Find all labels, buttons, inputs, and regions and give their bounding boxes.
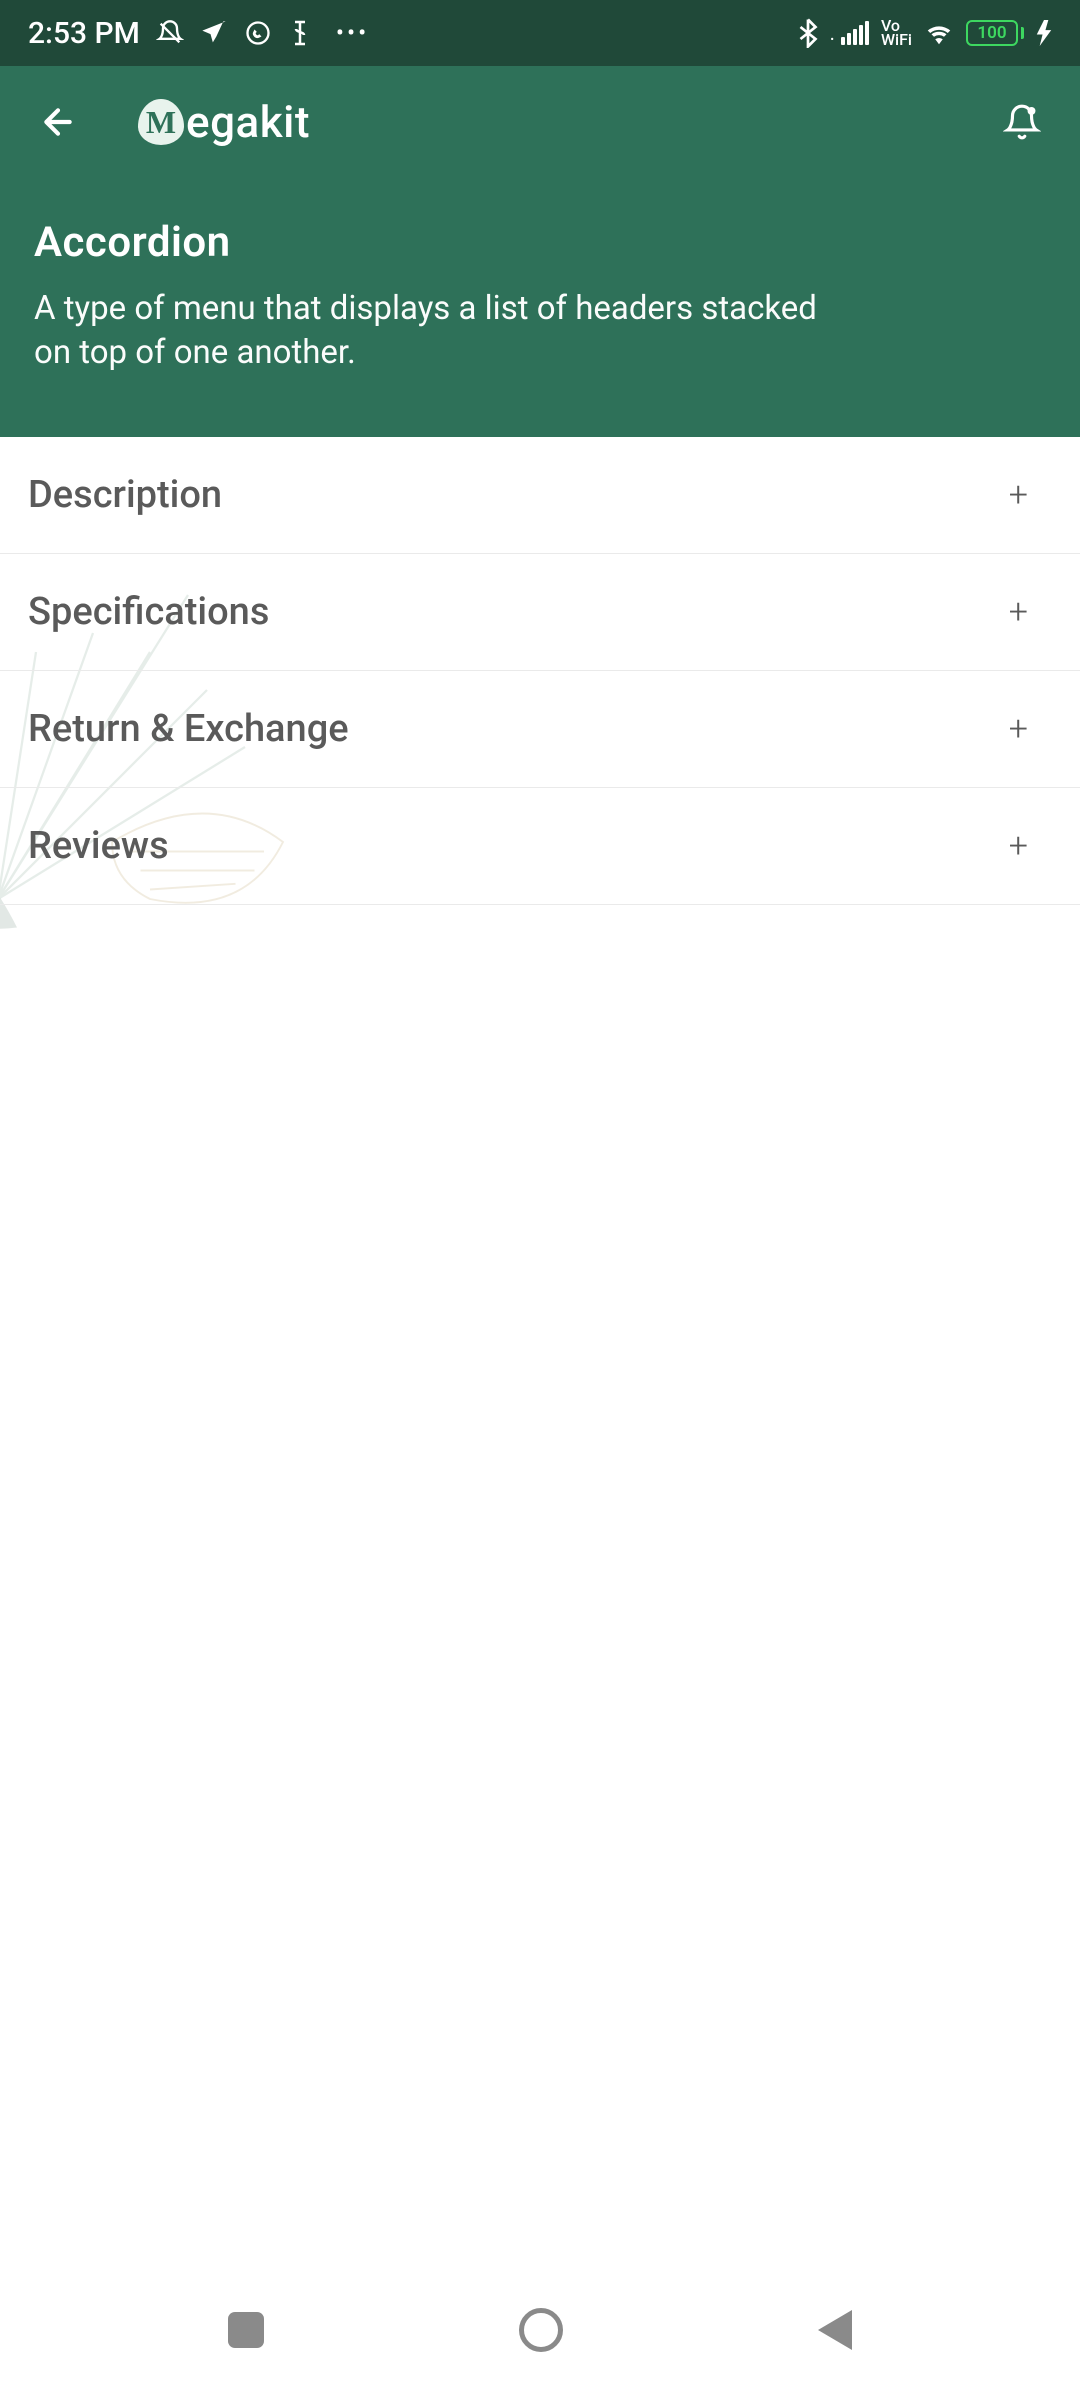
page-title: Accordion [34, 218, 1046, 267]
accordion-item-return-exchange[interactable]: Return & Exchange + [0, 671, 1080, 788]
bluetooth-icon [798, 18, 818, 48]
content-area: Description + Specifications + Return & … [0, 437, 1080, 905]
app-name: egakit [186, 96, 310, 148]
status-left: 2:53 PM ••• [28, 16, 369, 51]
app-header: M egakit Accordion A type of menu that d… [0, 66, 1080, 437]
accordion-item-description[interactable]: Description + [0, 437, 1080, 554]
status-time: 2:53 PM [28, 16, 140, 51]
vowifi-label: VoWiFi [881, 19, 912, 47]
accordion-item-reviews[interactable]: Reviews + [0, 788, 1080, 905]
status-right: . VoWiFi 100 [798, 18, 1052, 48]
expand-icon: + [1009, 829, 1028, 863]
header-left: M egakit [34, 96, 310, 148]
accordion-label: Specifications [28, 590, 269, 634]
nav-back-button[interactable] [818, 2310, 852, 2350]
accordion-label: Reviews [28, 824, 169, 868]
page-subtitle: A type of menu that displays a list of h… [34, 287, 854, 375]
nav-home-button[interactable] [519, 2308, 563, 2352]
header-top: M egakit [34, 96, 1046, 148]
more-icon: ••• [336, 19, 369, 47]
app-icon [288, 19, 312, 47]
system-nav-bar [0, 2280, 1080, 2400]
charging-icon [1036, 20, 1052, 46]
back-button[interactable] [34, 98, 82, 146]
nav-recents-button[interactable] [228, 2312, 264, 2348]
expand-icon: + [1009, 478, 1028, 512]
app-logo: M egakit [138, 96, 310, 148]
dnd-icon [156, 19, 184, 47]
expand-icon: + [1009, 595, 1028, 629]
status-bar: 2:53 PM ••• [0, 0, 1080, 66]
wifi-icon [924, 21, 954, 45]
signal-dot: . [830, 21, 835, 45]
accordion-label: Return & Exchange [28, 707, 349, 751]
accordion-list: Description + Specifications + Return & … [0, 437, 1080, 905]
telegram-icon [200, 19, 228, 47]
battery-indicator: 100 [966, 20, 1024, 46]
logo-icon: M [138, 99, 184, 145]
accordion-item-specifications[interactable]: Specifications + [0, 554, 1080, 671]
notifications-button[interactable] [998, 98, 1046, 146]
accordion-label: Description [28, 473, 222, 517]
cellular-signal-icon [841, 21, 869, 45]
whatsapp-icon [244, 19, 272, 47]
expand-icon: + [1009, 712, 1028, 746]
